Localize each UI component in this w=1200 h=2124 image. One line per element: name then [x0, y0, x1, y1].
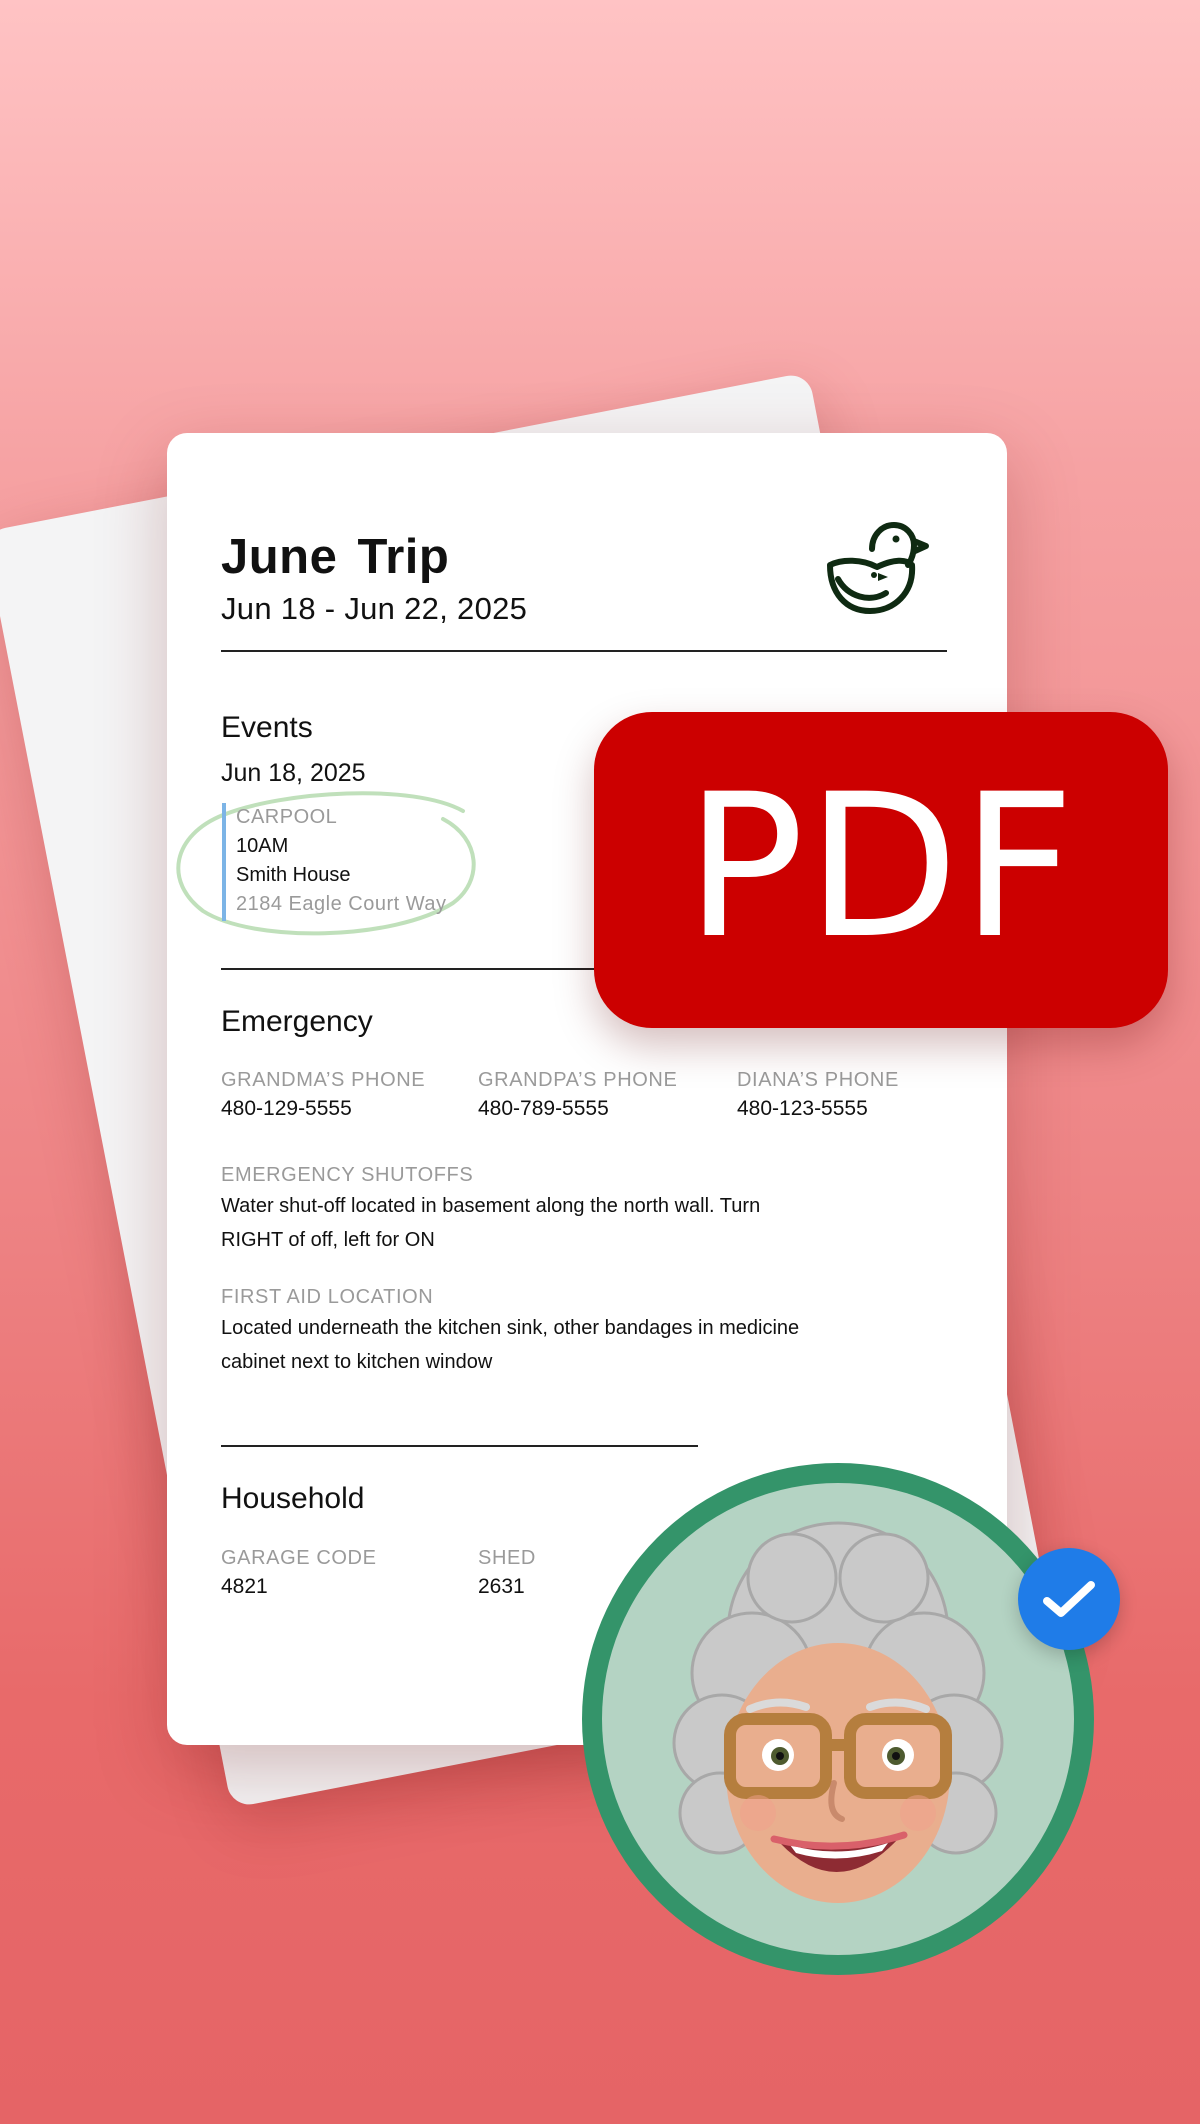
event-time: 10AM — [236, 835, 289, 857]
diana-phone-value[interactable]: 480-123-5555 — [737, 1097, 868, 1121]
date-range: Jun 18 - Jun 22, 2025 — [221, 591, 528, 626]
household-heading: Household — [221, 1482, 365, 1515]
first-aid-line-2: cabinet next to kitchen window — [221, 1351, 493, 1373]
first-aid-line-1: Located underneath the kitchen sink, oth… — [221, 1317, 800, 1339]
first-aid-label: FIRST AID LOCATION — [221, 1286, 434, 1308]
memoji-avatar — [602, 1483, 1074, 1955]
event-address: 2184 Eagle Court Way — [236, 893, 447, 915]
emergency-heading: Emergency — [221, 1005, 373, 1038]
shutoffs-label: EMERGENCY SHUTOFFS — [221, 1164, 474, 1186]
header-divider — [221, 650, 947, 652]
shutoffs-line-2: RIGHT of off, left for ON — [221, 1229, 435, 1251]
bird-logo-icon — [827, 522, 929, 614]
event-category: CARPOOL — [236, 806, 338, 828]
events-heading: Events — [221, 711, 313, 744]
checkmark-icon — [1043, 1581, 1095, 1617]
shutoffs-text: Water shut-off located in basement along… — [221, 1189, 901, 1257]
events-divider — [221, 968, 641, 970]
shed-label: SHED — [478, 1547, 536, 1569]
shutoffs-line-1: Water shut-off located in basement along… — [221, 1195, 761, 1217]
grandma-phone-value[interactable]: 480-129-5555 — [221, 1097, 352, 1121]
pdf-badge: PDF — [594, 712, 1168, 1028]
document-title: June Trip — [221, 530, 450, 584]
garage-code-label: GARAGE CODE — [221, 1547, 377, 1569]
event-place: Smith House — [236, 864, 351, 886]
grandpa-phone-label: GRANDPA’S PHONE — [478, 1069, 678, 1091]
first-aid-text: Located underneath the kitchen sink, oth… — [221, 1311, 901, 1379]
verified-badge — [1018, 1548, 1120, 1650]
memoji-avatar-icon — [672, 1521, 1004, 1903]
emergency-divider — [221, 1445, 698, 1447]
garage-code-value: 4821 — [221, 1575, 268, 1598]
grandma-phone-label: GRANDMA’S PHONE — [221, 1069, 426, 1091]
event-item[interactable]: CARPOOL 10AM Smith House 2184 Eagle Cour… — [222, 803, 476, 921]
pdf-badge-text: PDF — [685, 751, 1077, 982]
shed-value: 2631 — [478, 1575, 525, 1598]
event-date: Jun 18, 2025 — [221, 759, 366, 787]
diana-phone-label: DIANA’S PHONE — [737, 1069, 899, 1091]
grandpa-phone-value[interactable]: 480-789-5555 — [478, 1097, 609, 1121]
avatar — [582, 1463, 1094, 1975]
